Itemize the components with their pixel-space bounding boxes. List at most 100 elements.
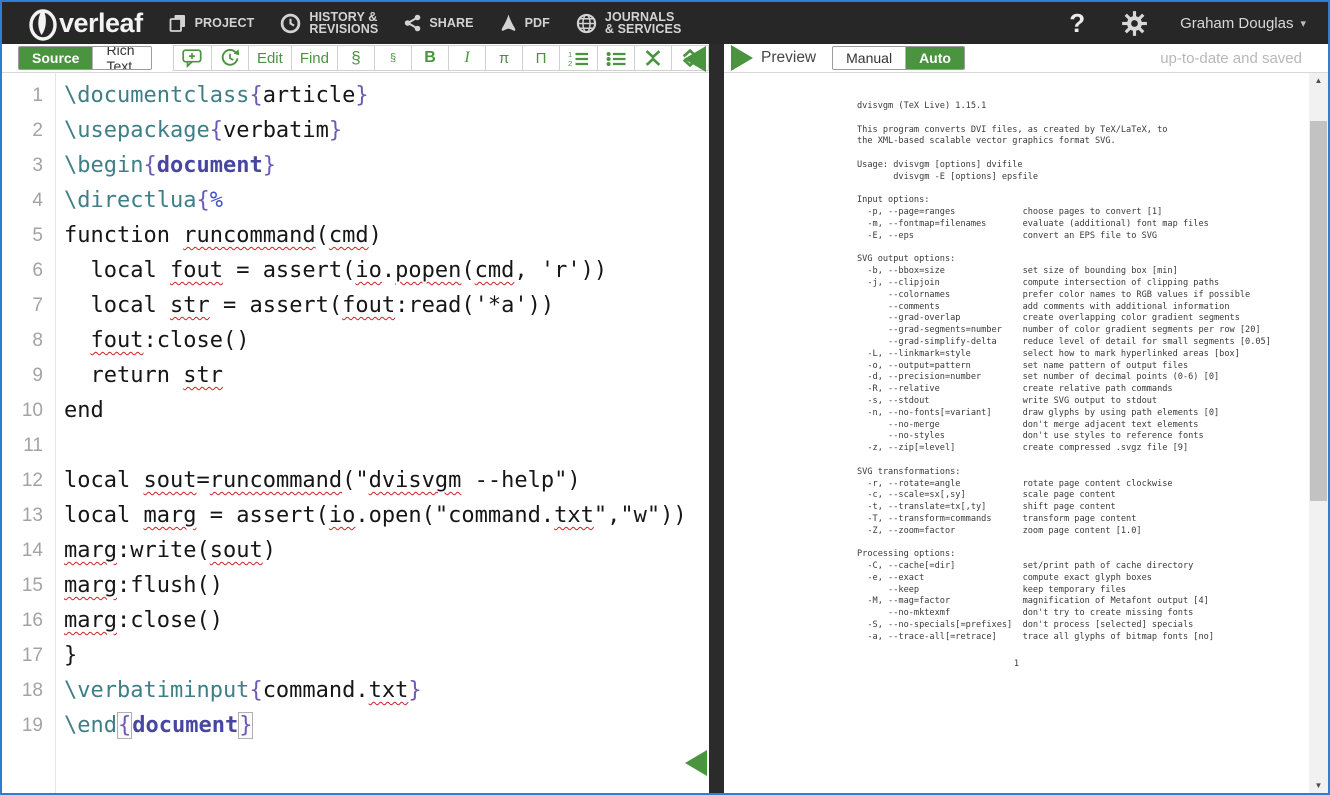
pdf-line: --grad-overlap create overlapping color … bbox=[857, 313, 1309, 325]
line-number: 19 bbox=[2, 715, 55, 737]
line-number: 2 bbox=[2, 120, 55, 142]
code-line[interactable]: 17} bbox=[2, 638, 709, 673]
pdf-line: SVG transformations: bbox=[857, 467, 1309, 479]
source-tab[interactable]: Source bbox=[19, 47, 92, 69]
pdf-line: -t, --translate=tx[,ty] shift page conte… bbox=[857, 502, 1309, 514]
rich-text-tab[interactable]: Rich Text bbox=[92, 47, 150, 69]
pdf-line: SVG output options: bbox=[857, 254, 1309, 266]
code-line[interactable]: 2\usepackage{verbatim} bbox=[2, 113, 709, 148]
scroll-down-arrow-icon[interactable]: ▼ bbox=[1309, 781, 1328, 790]
nav-share[interactable]: SHARE bbox=[404, 14, 473, 32]
nav-history-revisions[interactable]: HISTORY &REVISIONS bbox=[280, 11, 378, 36]
scroll-up-arrow-icon[interactable]: ▲ bbox=[1309, 76, 1328, 85]
code-line[interactable]: 9 return str bbox=[2, 358, 709, 393]
nav-project[interactable]: PROJECT bbox=[169, 14, 255, 32]
code-line[interactable]: 19 \end{document} bbox=[2, 708, 709, 743]
code-token: verbatim bbox=[223, 118, 329, 143]
collapse-editor-pane-arrow[interactable] bbox=[684, 46, 706, 72]
add-comment-button[interactable] bbox=[173, 45, 212, 71]
project-icon bbox=[169, 14, 187, 32]
code-line[interactable]: 1\documentclass{article} bbox=[2, 78, 709, 113]
code-token: (" bbox=[342, 468, 369, 493]
pdf-line: -c, --scale=sx[,sy] scale page content bbox=[857, 490, 1309, 502]
edit-menu-button[interactable]: Edit bbox=[248, 45, 292, 71]
overleaf-logo[interactable]: verleaf bbox=[28, 5, 143, 41]
svg-text:2: 2 bbox=[568, 59, 572, 67]
history-restore-button[interactable] bbox=[211, 45, 249, 71]
code-content: local str = assert(fout:read('*a')) bbox=[64, 293, 554, 318]
pane-divider[interactable] bbox=[709, 44, 724, 793]
code-line[interactable]: 10end bbox=[2, 393, 709, 428]
nav-journals-services[interactable]: JOURNALS& SERVICES bbox=[576, 11, 682, 36]
editor-toolbar: Source Rich Text bbox=[2, 44, 709, 73]
pdf-line: -a, --trace-all[=retrace] trace all glyp… bbox=[857, 632, 1309, 644]
code-line[interactable]: 6 local fout = assert(io.popen(cmd, 'r')… bbox=[2, 253, 709, 288]
subsection-button[interactable]: § bbox=[374, 45, 412, 71]
code-token: str bbox=[183, 363, 223, 388]
settings-button[interactable] bbox=[1121, 10, 1148, 37]
code-line[interactable]: 3\begin{document} bbox=[2, 148, 709, 183]
auto-compile-button[interactable]: Auto bbox=[905, 47, 964, 69]
find-button[interactable]: Find bbox=[291, 45, 338, 71]
code-token: str bbox=[170, 293, 210, 318]
display-math-button[interactable]: Π bbox=[522, 45, 560, 71]
code-token: sout bbox=[143, 468, 196, 493]
pdf-acrobat-icon bbox=[500, 14, 517, 33]
preview-scrollbar[interactable]: ▲ ▼ bbox=[1309, 73, 1328, 793]
bullet-list-button[interactable] bbox=[597, 45, 635, 71]
section-button[interactable]: § bbox=[337, 45, 375, 71]
pdf-line bbox=[857, 243, 1309, 255]
code-line[interactable]: 7 local str = assert(fout:read('*a')) bbox=[2, 288, 709, 323]
collapse-editor-pane-arrow-bottom[interactable] bbox=[685, 750, 707, 776]
code-token: { bbox=[196, 188, 209, 213]
expand-preview-pane-arrow[interactable] bbox=[731, 45, 753, 71]
code-token: :read('*a')) bbox=[395, 293, 554, 318]
code-token: dvisvgm bbox=[369, 468, 462, 493]
code-line[interactable]: 11 bbox=[2, 428, 709, 463]
pdf-line: --grad-segments=number number of color g… bbox=[857, 325, 1309, 337]
help-button[interactable]: ? bbox=[1069, 8, 1085, 39]
source-editor[interactable]: 1\documentclass{article}2\usepackage{ver… bbox=[2, 73, 709, 793]
code-line[interactable]: 12local sout=runcommand("dvisvgm --help"… bbox=[2, 463, 709, 498]
line-number: 16 bbox=[2, 610, 55, 632]
code-content: marg:flush() bbox=[64, 573, 223, 598]
nav-share-label: SHARE bbox=[429, 17, 473, 30]
code-token: local bbox=[64, 468, 143, 493]
user-menu[interactable]: Graham Douglas ▾ bbox=[1180, 15, 1306, 32]
numbered-list-button[interactable]: 1 2 bbox=[559, 45, 598, 71]
code-token: } bbox=[263, 153, 276, 178]
code-line[interactable]: 4\directlua{% bbox=[2, 183, 709, 218]
nav-pdf[interactable]: PDF bbox=[500, 14, 550, 33]
bold-button[interactable]: B bbox=[411, 45, 449, 71]
code-content: end bbox=[64, 398, 104, 423]
code-token: :close() bbox=[117, 608, 223, 633]
code-token: = bbox=[196, 468, 209, 493]
code-token: txt bbox=[369, 678, 409, 703]
code-line[interactable]: 15marg:flush() bbox=[2, 568, 709, 603]
scrollbar-thumb[interactable] bbox=[1310, 121, 1327, 501]
code-line[interactable]: 18\verbatiminput{command.txt} bbox=[2, 673, 709, 708]
code-content: \end{document} bbox=[64, 713, 253, 738]
caret-down-icon: ▾ bbox=[1300, 17, 1306, 30]
collapse-sections-button[interactable] bbox=[634, 45, 672, 71]
italic-button[interactable]: I bbox=[448, 45, 486, 71]
code-line[interactable]: 16marg:close() bbox=[2, 603, 709, 638]
code-token: marg bbox=[64, 573, 117, 598]
code-token: end bbox=[64, 398, 104, 423]
overleaf-leaf-icon bbox=[28, 5, 59, 41]
manual-compile-button[interactable]: Manual bbox=[833, 47, 905, 69]
code-token: runcommand bbox=[210, 468, 342, 493]
gear-icon bbox=[1121, 10, 1148, 37]
code-token: { bbox=[117, 712, 132, 739]
code-line[interactable]: 14marg:write(sout) bbox=[2, 533, 709, 568]
pdf-line bbox=[857, 113, 1309, 125]
inline-math-button[interactable]: π bbox=[485, 45, 523, 71]
code-token: document bbox=[157, 153, 263, 178]
code-token: , 'r')) bbox=[514, 258, 607, 283]
code-line[interactable]: 13local marg = assert(io.open("command.t… bbox=[2, 498, 709, 533]
code-line[interactable]: 5function runcommand(cmd) bbox=[2, 218, 709, 253]
pdf-line: -C, --cache[=dir] set/print path of cach… bbox=[857, 561, 1309, 573]
code-line[interactable]: 8 fout:close() bbox=[2, 323, 709, 358]
code-token: command. bbox=[263, 678, 369, 703]
history-clock-icon bbox=[280, 13, 301, 34]
